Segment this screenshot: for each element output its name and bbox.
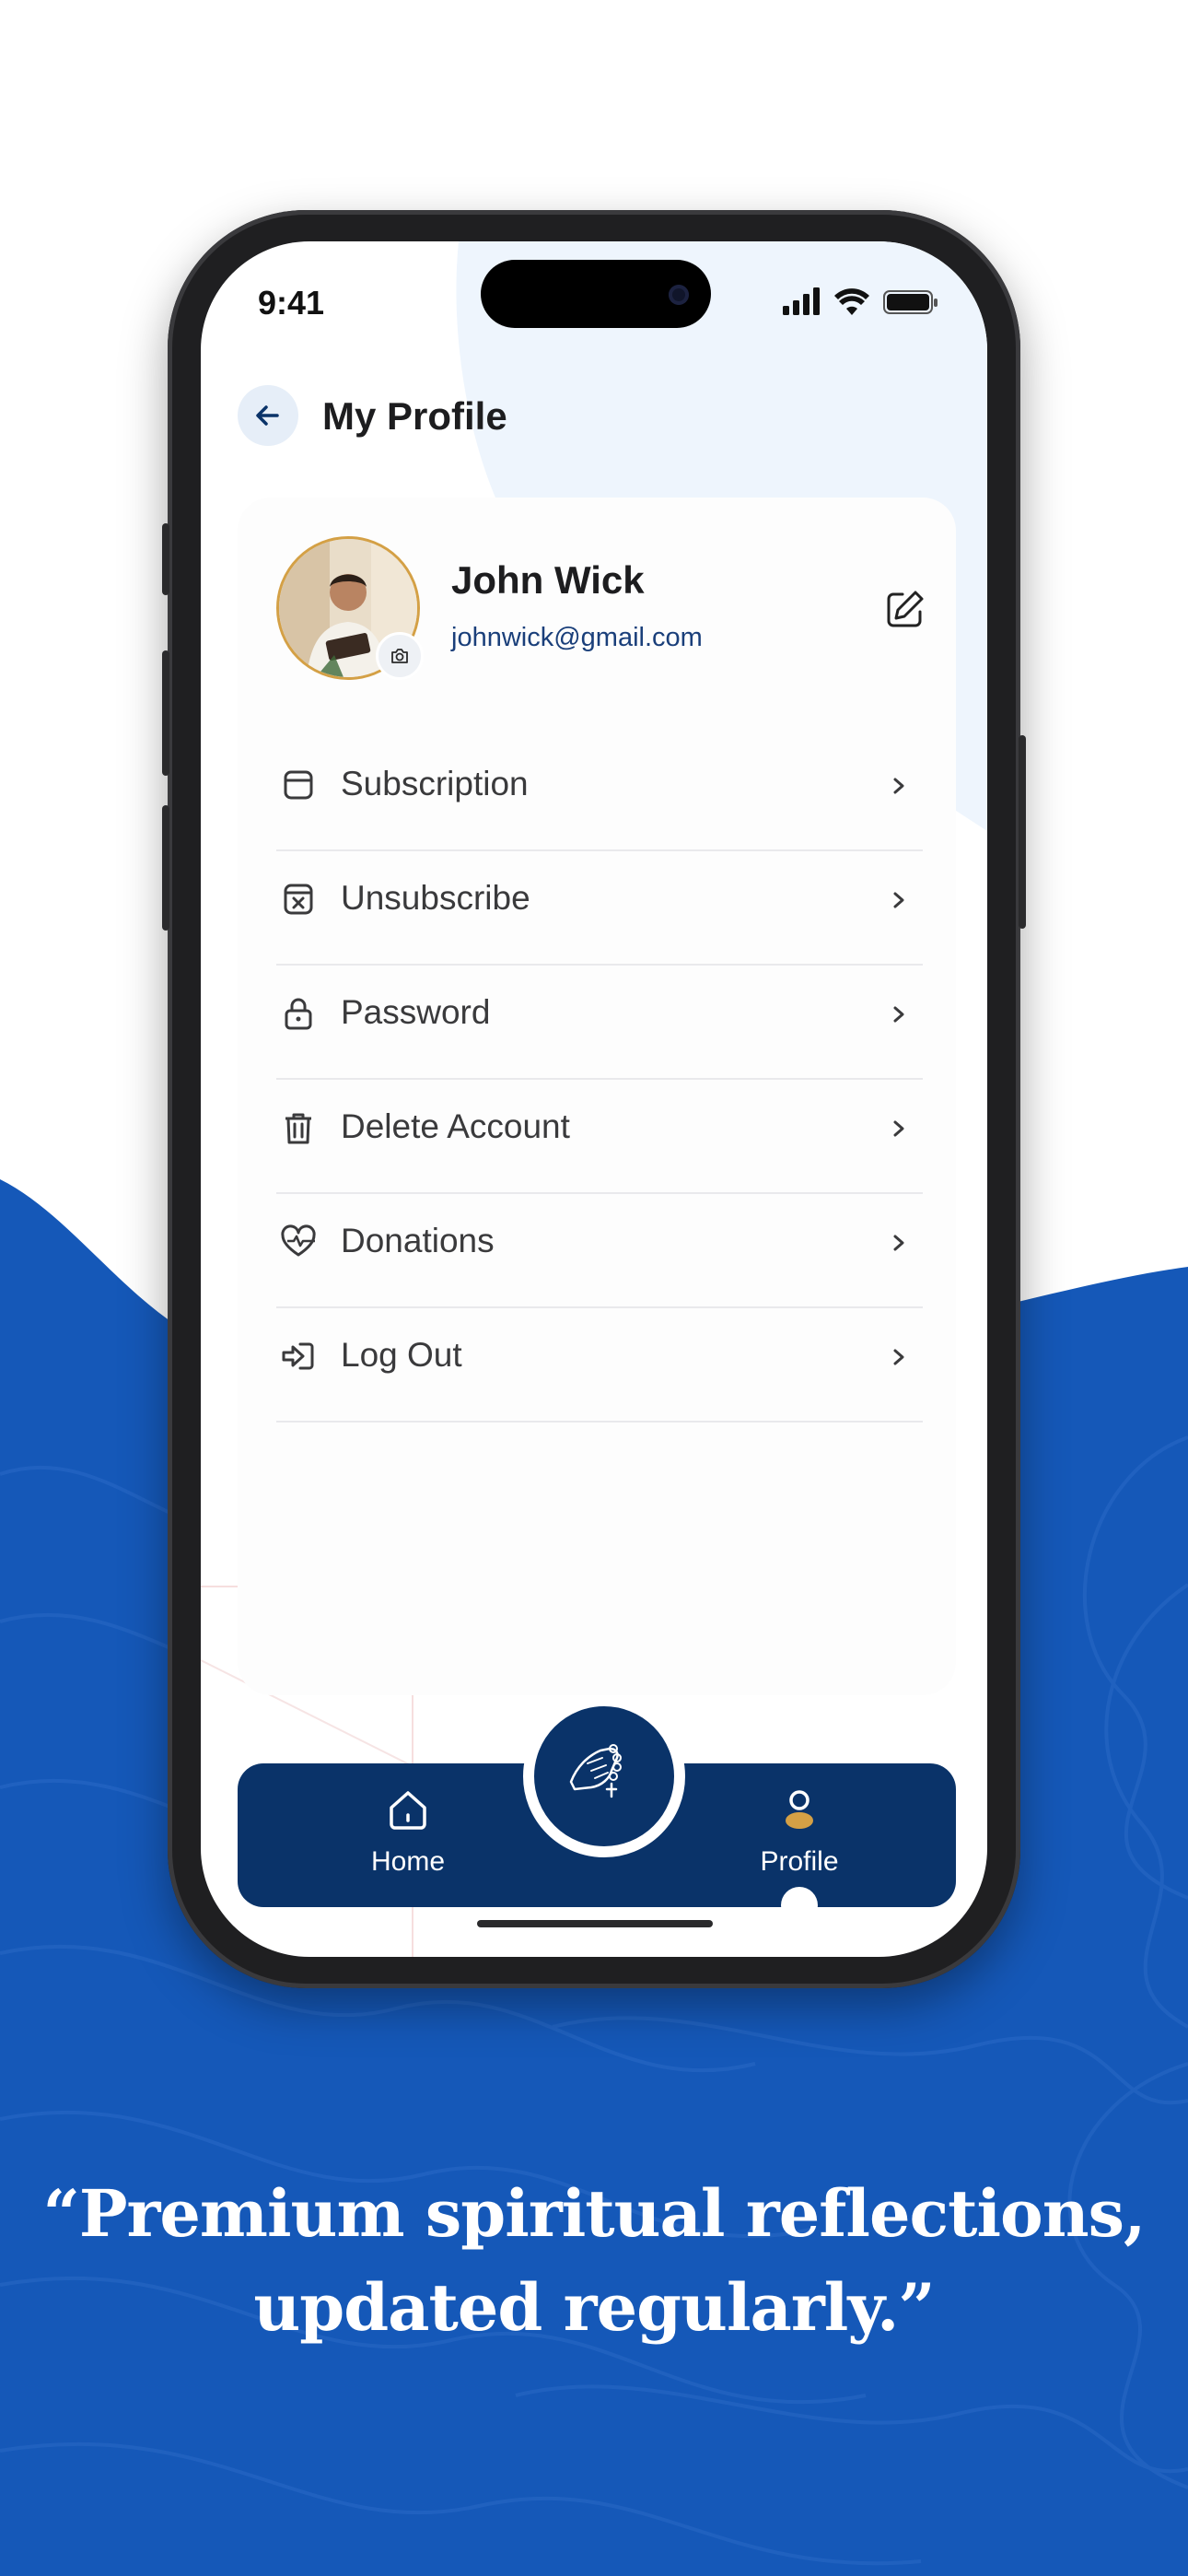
phone-frame: 9:41 My Profile John Wick johnwick@gmail… xyxy=(162,210,1026,1988)
chevron-right-icon xyxy=(893,778,904,794)
tagline-line-2: updated regularly.” xyxy=(253,2269,935,2346)
profile-name: John Wick xyxy=(451,558,645,602)
avatar-container[interactable] xyxy=(276,536,424,680)
volume-up-button xyxy=(162,650,169,776)
menu-label-unsubscribe: Unsubscribe xyxy=(341,879,530,917)
menu-item-delete-account[interactable]: Delete Account xyxy=(276,1080,923,1194)
tab-home[interactable]: Home xyxy=(316,1784,500,1894)
chevron-right-icon xyxy=(893,1235,904,1251)
menu-label-password: Password xyxy=(341,993,491,1031)
settings-menu: Subscription Unsubscribe Password Delete… xyxy=(276,737,923,1423)
power-button xyxy=(1019,735,1026,929)
wifi-icon xyxy=(834,288,869,315)
status-time: 9:41 xyxy=(258,284,325,322)
center-prayer-button[interactable] xyxy=(523,1695,685,1857)
profile-card: John Wick johnwick@gmail.com Subscriptio… xyxy=(238,498,956,1695)
menu-item-logout[interactable]: Log Out xyxy=(276,1308,923,1423)
active-tab-indicator xyxy=(781,1887,818,1924)
status-icons xyxy=(783,287,938,315)
praying-hand-rosary-icon xyxy=(569,1744,622,1798)
trash-icon xyxy=(285,1113,311,1144)
arrow-left-icon xyxy=(256,405,279,426)
unsubscribe-icon xyxy=(284,884,313,915)
menu-item-donations[interactable]: Donations xyxy=(276,1194,923,1308)
tab-profile-label: Profile xyxy=(760,1846,839,1877)
menu-item-subscription[interactable]: Subscription xyxy=(276,737,923,851)
chevron-right-icon xyxy=(893,1349,904,1365)
menu-label-delete-account: Delete Account xyxy=(341,1107,570,1145)
battery-icon xyxy=(883,290,938,314)
change-photo-button[interactable] xyxy=(376,632,424,680)
logout-icon xyxy=(282,1342,314,1370)
menu-item-unsubscribe[interactable]: Unsubscribe xyxy=(276,851,923,966)
menu-label-subscription: Subscription xyxy=(341,765,529,802)
phone-screen: 9:41 My Profile John Wick johnwick@gmail… xyxy=(201,241,987,1957)
page-title: My Profile xyxy=(322,394,507,438)
tab-profile[interactable]: Profile xyxy=(707,1784,891,1894)
menu-label-donations: Donations xyxy=(341,1222,495,1259)
page-header: My Profile xyxy=(238,385,790,450)
profile-icon xyxy=(786,1790,813,1829)
camera-icon xyxy=(391,649,408,663)
menu-label-logout: Log Out xyxy=(341,1336,462,1374)
menu-item-password[interactable]: Password xyxy=(276,966,923,1080)
volume-down-button xyxy=(162,805,169,931)
tagline-line-1: “Premium spiritual reflections, xyxy=(42,2175,1147,2252)
heart-pulse-icon xyxy=(281,1224,316,1257)
back-button[interactable] xyxy=(238,385,298,446)
home-icon xyxy=(390,1791,426,1830)
edit-profile-button[interactable] xyxy=(882,586,928,632)
action-button xyxy=(162,523,169,595)
profile-email: johnwick@gmail.com xyxy=(451,623,703,652)
signal-icon xyxy=(783,287,820,315)
chevron-right-icon xyxy=(893,1006,904,1023)
lock-icon xyxy=(285,998,312,1030)
card-icon xyxy=(284,770,313,800)
promo-tagline: “Premium spiritual reflections, updated … xyxy=(0,2167,1188,2355)
tab-home-label: Home xyxy=(370,1846,446,1877)
front-camera xyxy=(669,285,689,305)
dynamic-island xyxy=(481,260,711,328)
home-indicator xyxy=(477,1920,713,1927)
edit-icon xyxy=(887,591,924,627)
chevron-right-icon xyxy=(893,892,904,908)
chevron-right-icon xyxy=(893,1120,904,1137)
